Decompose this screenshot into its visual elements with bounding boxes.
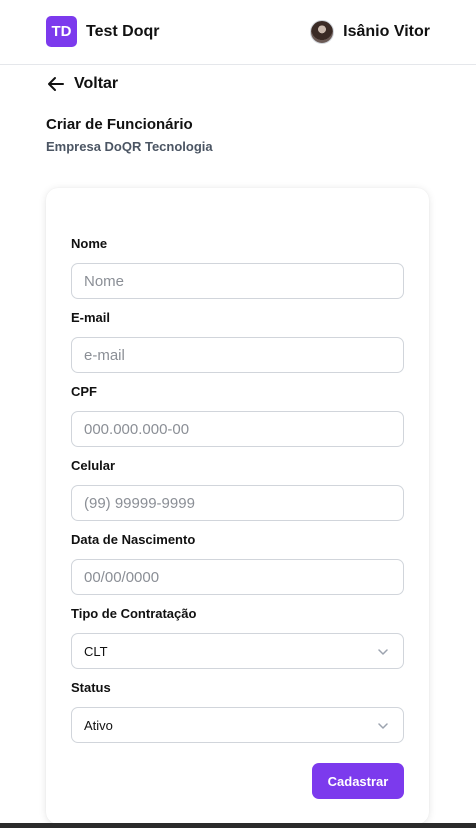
contract-type-select[interactable]: CLT [71, 633, 404, 669]
email-field-group: E-mail [71, 310, 404, 373]
employee-form-card: Nome E-mail CPF Celular Data de Nascimen… [46, 188, 429, 824]
back-button[interactable]: Voltar [46, 74, 118, 94]
phone-input[interactable] [71, 485, 404, 521]
cpf-input[interactable] [71, 411, 404, 447]
back-label: Voltar [74, 75, 119, 92]
avatar [310, 20, 335, 44]
page-subtitle: Empresa DoQR Tecnologia [46, 139, 213, 154]
brand-name: Test Doqr [86, 22, 160, 40]
submit-button[interactable]: Cadastrar [312, 763, 404, 799]
cpf-label: CPF [71, 384, 97, 399]
user-menu[interactable]: Isânio Vitor [310, 20, 430, 44]
email-input[interactable] [71, 337, 404, 373]
name-label: Nome [71, 236, 108, 251]
cpf-field-group: CPF [71, 384, 404, 447]
birth-date-label: Data de Nascimento [71, 532, 196, 547]
top-header: TD Test Doqr Isânio Vitor [0, 0, 476, 65]
status-field-group: Status Ativo [71, 680, 404, 743]
status-value: Ativo [84, 718, 113, 733]
status-select[interactable]: Ativo [71, 707, 404, 743]
name-field-group: Nome [71, 236, 404, 299]
contract-type-value: CLT [84, 644, 108, 659]
page-title: Criar de Funcionário [46, 116, 193, 133]
contract-type-field-group: Tipo de Contratação CLT [71, 606, 404, 669]
bottom-bar [0, 823, 476, 828]
phone-field-group: Celular [71, 458, 404, 521]
chevron-down-icon [378, 649, 388, 655]
birth-date-field-group: Data de Nascimento [71, 532, 404, 595]
brand-logo: TD [46, 16, 77, 47]
arrow-left-icon [48, 77, 64, 91]
phone-label: Celular [71, 458, 116, 473]
name-input[interactable] [71, 263, 404, 299]
email-label: E-mail [71, 310, 111, 325]
chevron-down-icon [378, 723, 388, 729]
status-label: Status [71, 680, 111, 695]
birth-date-input[interactable] [71, 559, 404, 595]
brand[interactable]: TD Test Doqr [46, 16, 159, 47]
contract-type-label: Tipo de Contratação [71, 606, 197, 621]
user-name: Isânio Vitor [343, 23, 430, 40]
page: TD Test Doqr Isânio Vitor Voltar Criar d… [0, 0, 476, 828]
